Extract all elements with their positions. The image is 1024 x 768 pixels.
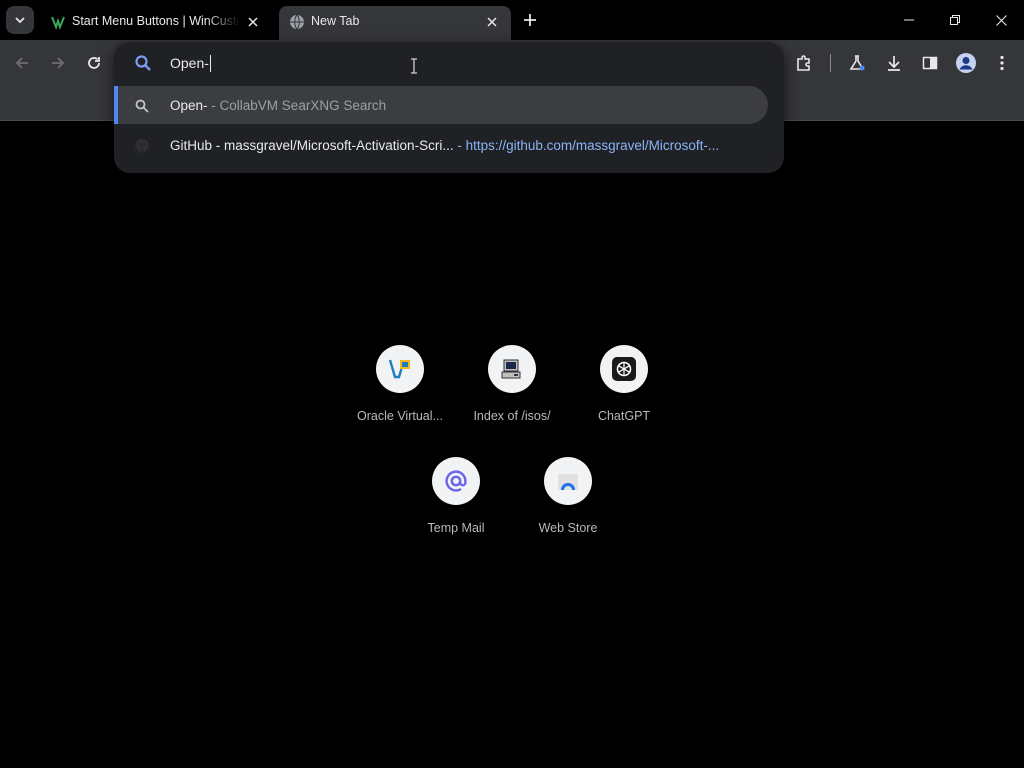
shortcut-tile[interactable]: ChatGPT: [568, 345, 680, 457]
text-caret: [209, 54, 211, 72]
address-input-value: Open-: [170, 55, 209, 71]
plus-icon: [524, 14, 536, 26]
shortcut-label: Web Store: [538, 521, 598, 535]
arrow-left-icon: [15, 57, 28, 69]
shortcut-tile[interactable]: Temp Mail: [400, 457, 512, 569]
minimize-button[interactable]: [886, 0, 932, 40]
reload-icon: [88, 57, 100, 69]
chatgpt-icon: [612, 357, 636, 381]
shortcut-tile[interactable]: Index of /isos/: [456, 345, 568, 457]
chevron-down-icon: [15, 17, 25, 24]
close-icon: [248, 17, 258, 27]
computer-icon: [501, 359, 521, 379]
tab-search-button[interactable]: [6, 6, 34, 34]
webstore-icon: [558, 474, 578, 490]
at-sign-icon: [445, 470, 467, 492]
extensions-button[interactable]: [790, 49, 818, 77]
tab-close-button[interactable]: [244, 13, 262, 31]
suggestion-text: GitHub - massgravel/Microsoft-Activation…: [170, 137, 454, 153]
shortcut-label: Index of /isos/: [473, 409, 551, 423]
suggestion-description: - CollabVM SearXNG Search: [207, 97, 387, 113]
shortcut-label: ChatGPT: [597, 409, 651, 423]
search-icon: [135, 99, 149, 113]
suggestion-search[interactable]: Open- - CollabVM SearXNG Search: [114, 86, 768, 124]
search-icon: [135, 55, 151, 71]
forward-button[interactable]: [44, 49, 72, 77]
downloads-button[interactable]: [880, 49, 908, 77]
tab-start-menu-buttons[interactable]: Start Menu Buttons | WinCustomize: [40, 6, 272, 40]
tab-new-tab[interactable]: New Tab: [279, 6, 511, 40]
avatar-icon: [956, 53, 976, 73]
tab-title: New Tab: [311, 14, 360, 28]
toolbar-divider: [830, 54, 831, 72]
download-icon: [888, 56, 900, 71]
new-tab-button[interactable]: [520, 10, 540, 30]
side-panel-button[interactable]: [916, 49, 944, 77]
omnibox-popup: Open- Open- - CollabVM SearXNG Search Gi…: [114, 42, 784, 173]
ibeam-cursor-icon: [411, 58, 417, 74]
shortcut-tile[interactable]: Oracle Virtual...: [344, 345, 456, 457]
shortcut-tile[interactable]: Web Store: [512, 457, 624, 569]
menu-button[interactable]: [988, 49, 1016, 77]
close-icon: [995, 14, 1007, 26]
suggestion-separator: -: [453, 137, 466, 153]
reload-button[interactable]: [80, 49, 108, 77]
close-window-button[interactable]: [978, 0, 1024, 40]
virtualbox-icon: [388, 359, 410, 379]
tab-title: Start Menu Buttons | WinCustomize: [72, 14, 240, 28]
puzzle-icon: [797, 55, 810, 71]
globe-icon: [290, 14, 304, 30]
flask-icon: [849, 55, 865, 71]
tab-close-button[interactable]: [483, 13, 501, 31]
restore-icon: [950, 15, 960, 25]
back-button[interactable]: [8, 49, 36, 77]
suggestion-url: https://github.com/massgravel/Microsoft-…: [465, 137, 720, 153]
suggestion-text: Open-: [170, 97, 208, 113]
labs-button[interactable]: [843, 49, 871, 77]
minimize-icon: [904, 19, 914, 21]
github-icon: [135, 139, 149, 153]
arrow-right-icon: [52, 57, 65, 69]
side-panel-icon: [922, 56, 938, 70]
wincustomize-favicon-icon: [51, 16, 65, 30]
profile-button[interactable]: [952, 49, 980, 77]
tab-strip: Start Menu Buttons | WinCustomize New Ta…: [0, 0, 1024, 40]
more-vert-icon: [1000, 55, 1004, 71]
close-icon: [487, 17, 497, 27]
restore-button[interactable]: [932, 0, 978, 40]
shortcut-label: Oracle Virtual...: [357, 409, 443, 423]
shortcut-label: Temp Mail: [427, 521, 485, 535]
omnibox[interactable]: Open-: [114, 42, 784, 84]
suggestion-history[interactable]: GitHub - massgravel/Microsoft-Activation…: [114, 126, 768, 164]
address-input[interactable]: Open-: [170, 53, 211, 73]
